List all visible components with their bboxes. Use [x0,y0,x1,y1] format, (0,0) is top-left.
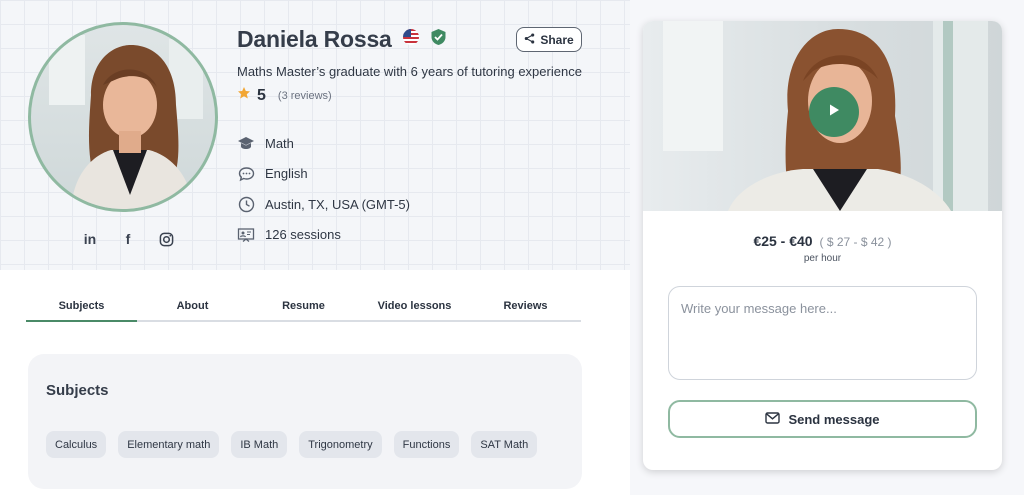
subject-chips: Calculus Elementary math IB Math Trigono… [46,431,538,458]
fact-location-text: Austin, TX, USA (GMT-5) [265,196,410,212]
booking-card: €25 - €40 ( $ 27 - $ 42 ) per hour Send … [643,21,1002,470]
subjects-card: Subjects Calculus Elementary math IB Mat… [28,354,582,489]
social-links: in f [80,229,176,249]
fact-sessions-text: 126 sessions [265,227,341,243]
instagram-icon[interactable] [156,229,176,249]
facebook-icon[interactable]: f [118,229,138,249]
speech-bubble-icon [237,165,255,183]
linkedin-icon[interactable]: in [80,229,100,249]
fact-language-text: English [265,166,308,182]
share-button[interactable]: Share [516,27,582,52]
price-eur: €25 - €40 [753,233,813,249]
share-label: Share [540,32,574,47]
profile-tabs: Subjects About Resume Video lessons Revi… [26,296,581,322]
clock-icon [237,195,255,213]
fact-location: Austin, TX, USA (GMT-5) [237,189,410,220]
rating-score: 5 [257,86,266,104]
play-button[interactable] [809,87,859,137]
name-row: Daniela Rossa [237,26,447,53]
graduation-cap-icon [237,134,255,152]
fact-subject: Math [237,128,410,159]
tab-reviews[interactable]: Reviews [470,296,581,320]
fact-subject-text: Math [265,135,294,151]
reviews-link[interactable]: (3 reviews) [278,90,332,102]
star-icon [237,86,251,105]
rating: 5 (3 reviews) [237,86,332,105]
price-unit: per hour [803,253,842,264]
send-message-button[interactable]: Send message [668,400,977,438]
presentation-icon [237,226,255,244]
tutor-facts: Math English Austin, TX, USA (GMT-5) 126… [237,128,410,250]
intro-video[interactable] [643,21,1002,211]
subjects-heading: Subjects [46,382,109,399]
tab-resume[interactable]: Resume [248,296,359,320]
tutor-tagline: Maths Master’s graduate with 6 years of … [237,64,582,79]
price: €25 - €40 ( $ 27 - $ 42 ) [643,233,1002,249]
verified-shield-icon [430,28,447,51]
tab-video-lessons[interactable]: Video lessons [359,296,470,320]
tutor-name: Daniela Rossa [237,26,392,52]
message-input[interactable] [668,286,977,380]
subject-chip[interactable]: SAT Math [471,431,538,458]
price-usd: ( $ 27 - $ 42 ) [819,235,892,249]
fact-language: English [237,159,410,190]
subject-chip[interactable]: Functions [393,431,460,458]
envelope-icon [765,411,781,427]
share-icon [524,32,535,47]
avatar [28,22,218,212]
subject-chip[interactable]: IB Math [231,431,288,458]
tutor-portrait [49,35,203,209]
tab-subjects[interactable]: Subjects [26,296,137,322]
subject-chip[interactable]: Calculus [46,431,107,458]
subject-chip[interactable]: Trigonometry [299,431,382,458]
play-icon [827,103,841,122]
tab-about[interactable]: About [137,296,248,320]
us-flag-icon [402,28,420,51]
subject-chip[interactable]: Elementary math [118,431,220,458]
fact-sessions: 126 sessions [237,220,410,251]
send-message-label: Send message [788,411,880,427]
